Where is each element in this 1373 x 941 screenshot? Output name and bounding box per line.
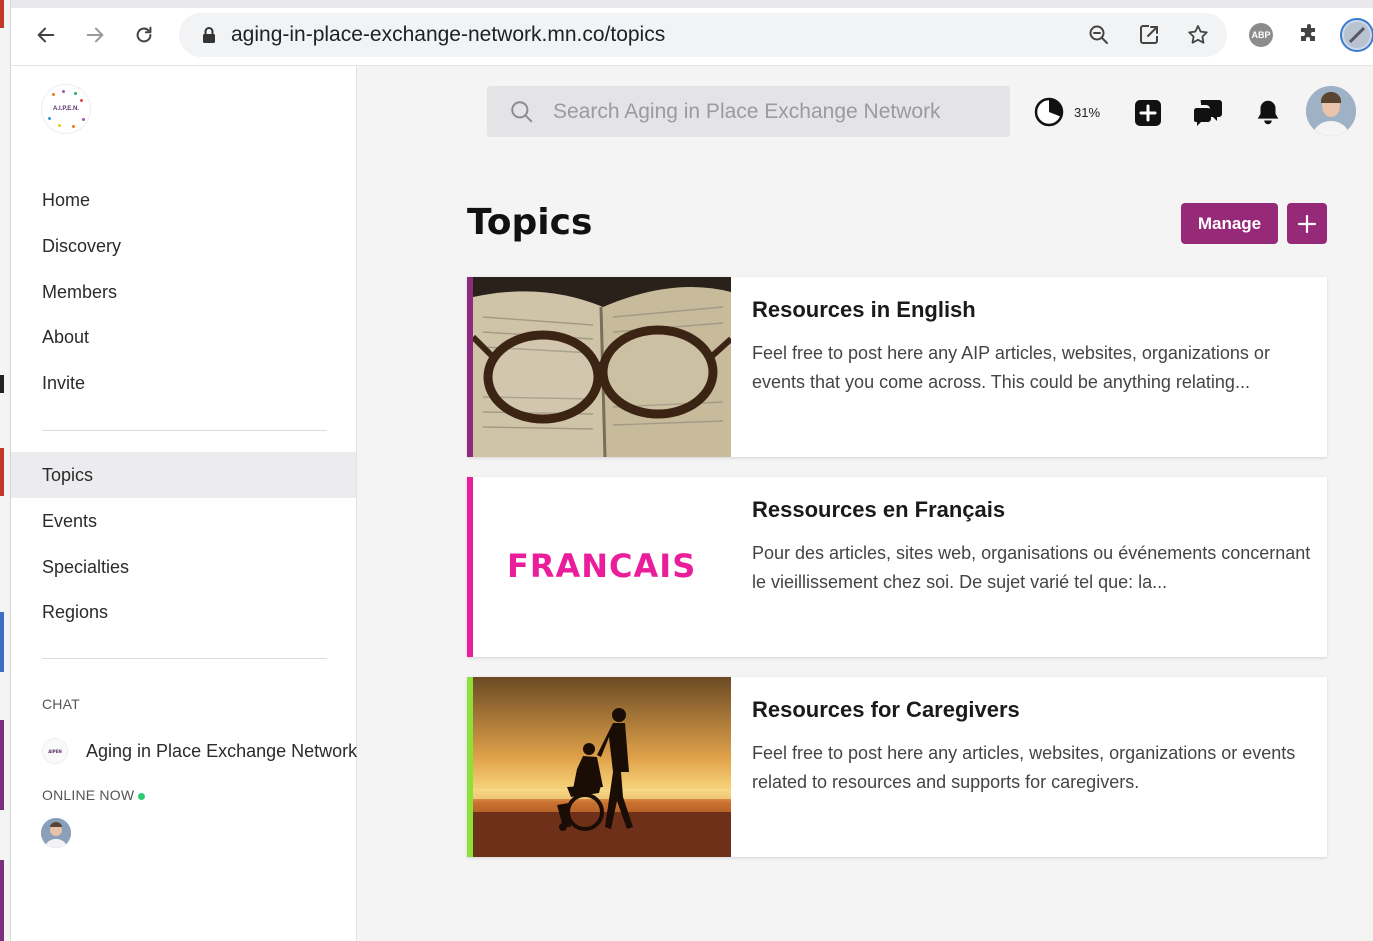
online-now-text: ONLINE NOW bbox=[42, 787, 135, 803]
francais-wordmark: FRANCAIS bbox=[507, 547, 697, 585]
url-text[interactable]: aging-in-place-exchange-network.mn.co/to… bbox=[231, 23, 665, 47]
browser-toolbar: aging-in-place-exchange-network.mn.co/to… bbox=[11, 0, 1373, 66]
sidebar-item-home[interactable]: Home bbox=[11, 177, 356, 223]
arrow-right-icon bbox=[86, 27, 104, 43]
address-bar[interactable]: aging-in-place-exchange-network.mn.co/to… bbox=[179, 13, 1227, 57]
window-edge bbox=[0, 0, 11, 941]
create-button[interactable] bbox=[1132, 96, 1164, 128]
bookmark-star-icon[interactable] bbox=[1186, 23, 1210, 47]
sidebar-item-members[interactable]: Members bbox=[11, 269, 356, 315]
chat-bubbles-icon bbox=[1193, 100, 1222, 126]
sidebar-divider bbox=[42, 430, 327, 431]
adblock-icon: ABP bbox=[1249, 23, 1273, 47]
chat-section-label: CHAT bbox=[42, 696, 80, 712]
sidebar-item-regions[interactable]: Regions bbox=[11, 589, 356, 635]
lock-icon bbox=[203, 27, 215, 43]
search-icon bbox=[511, 100, 533, 122]
plus-icon bbox=[1297, 214, 1317, 233]
topic-description: Pour des articles, sites web, organisati… bbox=[752, 543, 1311, 592]
extensions-button[interactable] bbox=[1295, 21, 1323, 49]
sidebar-item-about[interactable]: About bbox=[11, 314, 356, 360]
back-button[interactable] bbox=[31, 20, 61, 50]
main-content: Search Aging in Place Exchange Network 3… bbox=[357, 66, 1373, 941]
chat-channel-avatar: AIPEN bbox=[42, 738, 68, 764]
user-avatar[interactable] bbox=[1306, 86, 1356, 136]
logo-text: A.I.P.E.N. bbox=[53, 106, 79, 112]
sidebar-item-events[interactable]: Events bbox=[11, 498, 356, 544]
sidebar-divider bbox=[42, 658, 327, 659]
reload-button[interactable] bbox=[129, 20, 159, 50]
sidebar-item-label: Members bbox=[42, 281, 118, 302]
chat-channel-name: Aging in Place Exchange Network bbox=[86, 740, 357, 761]
browser-profile-button[interactable] bbox=[1340, 18, 1373, 52]
online-member-avatar[interactable] bbox=[41, 818, 71, 848]
user-photo-icon bbox=[1306, 86, 1356, 136]
progress-pie-icon bbox=[1034, 97, 1064, 127]
online-status-dot bbox=[138, 792, 146, 800]
topic-image-caregiver-sunset bbox=[473, 677, 731, 857]
sidebar-item-invite[interactable]: Invite bbox=[11, 360, 356, 406]
online-now-label: ONLINE NOW bbox=[42, 787, 146, 803]
share-icon[interactable] bbox=[1137, 23, 1161, 47]
chat-channel-item[interactable]: AIPEN Aging in Place Exchange Network bbox=[42, 734, 357, 768]
progress-percent-label: 31% bbox=[1074, 105, 1101, 120]
bell-icon bbox=[1257, 100, 1279, 125]
profile-progress-button[interactable] bbox=[1033, 96, 1065, 128]
topic-card-caregivers[interactable]: Resources for Caregivers Feel free to po… bbox=[467, 677, 1327, 857]
topic-card-francais[interactable]: FRANCAIS Ressources en Français Pour des… bbox=[467, 477, 1327, 657]
search-placeholder: Search Aging in Place Exchange Network bbox=[553, 99, 941, 123]
topic-title[interactable]: Resources in English bbox=[752, 297, 976, 323]
sidebar-item-discovery[interactable]: Discovery bbox=[11, 223, 356, 269]
sidebar-item-label: Topics bbox=[42, 464, 94, 485]
topic-title[interactable]: Resources for Caregivers bbox=[752, 697, 1020, 723]
sidebar: A.I.P.E.N. Home Discovery Members About … bbox=[11, 66, 357, 941]
profile-icon bbox=[1340, 18, 1373, 52]
manage-button[interactable]: Manage bbox=[1181, 203, 1278, 244]
notifications-button[interactable] bbox=[1252, 96, 1284, 128]
sidebar-item-label: About bbox=[42, 326, 90, 347]
topic-description: Feel free to post here any articles, web… bbox=[752, 743, 1296, 792]
topic-image-glasses-on-book bbox=[473, 277, 731, 457]
topic-description: Feel free to post here any AIP articles,… bbox=[752, 343, 1270, 392]
search-input[interactable]: Search Aging in Place Exchange Network bbox=[487, 86, 1010, 137]
forward-button[interactable] bbox=[80, 20, 110, 50]
topic-image-francais: FRANCAIS bbox=[473, 477, 731, 657]
add-topic-button[interactable] bbox=[1287, 203, 1327, 244]
topic-card-english[interactable]: Resources in English Feel free to post h… bbox=[467, 277, 1327, 457]
sidebar-item-label: Events bbox=[42, 510, 98, 531]
topic-title[interactable]: Ressources en Français bbox=[752, 497, 1005, 523]
sidebar-item-label: Regions bbox=[42, 601, 109, 622]
messages-button[interactable] bbox=[1192, 96, 1224, 128]
community-logo[interactable]: A.I.P.E.N. bbox=[41, 84, 91, 134]
sidebar-item-label: Discovery bbox=[42, 235, 122, 256]
page-title: Topics bbox=[467, 202, 593, 243]
reload-icon bbox=[136, 26, 152, 43]
plus-square-icon bbox=[1135, 100, 1161, 126]
adblock-extension-button[interactable]: ABP bbox=[1247, 21, 1275, 49]
sidebar-item-topics[interactable]: Topics bbox=[11, 452, 356, 498]
sidebar-item-label: Invite bbox=[42, 372, 86, 393]
puzzle-icon bbox=[1301, 24, 1315, 41]
sidebar-item-label: Specialties bbox=[42, 556, 130, 577]
sidebar-item-label: Home bbox=[42, 189, 91, 210]
zoom-out-icon[interactable] bbox=[1087, 23, 1111, 47]
browser-tab-strip bbox=[11, 0, 1373, 8]
sidebar-item-specialties[interactable]: Specialties bbox=[11, 544, 356, 590]
arrow-left-icon bbox=[37, 27, 55, 43]
